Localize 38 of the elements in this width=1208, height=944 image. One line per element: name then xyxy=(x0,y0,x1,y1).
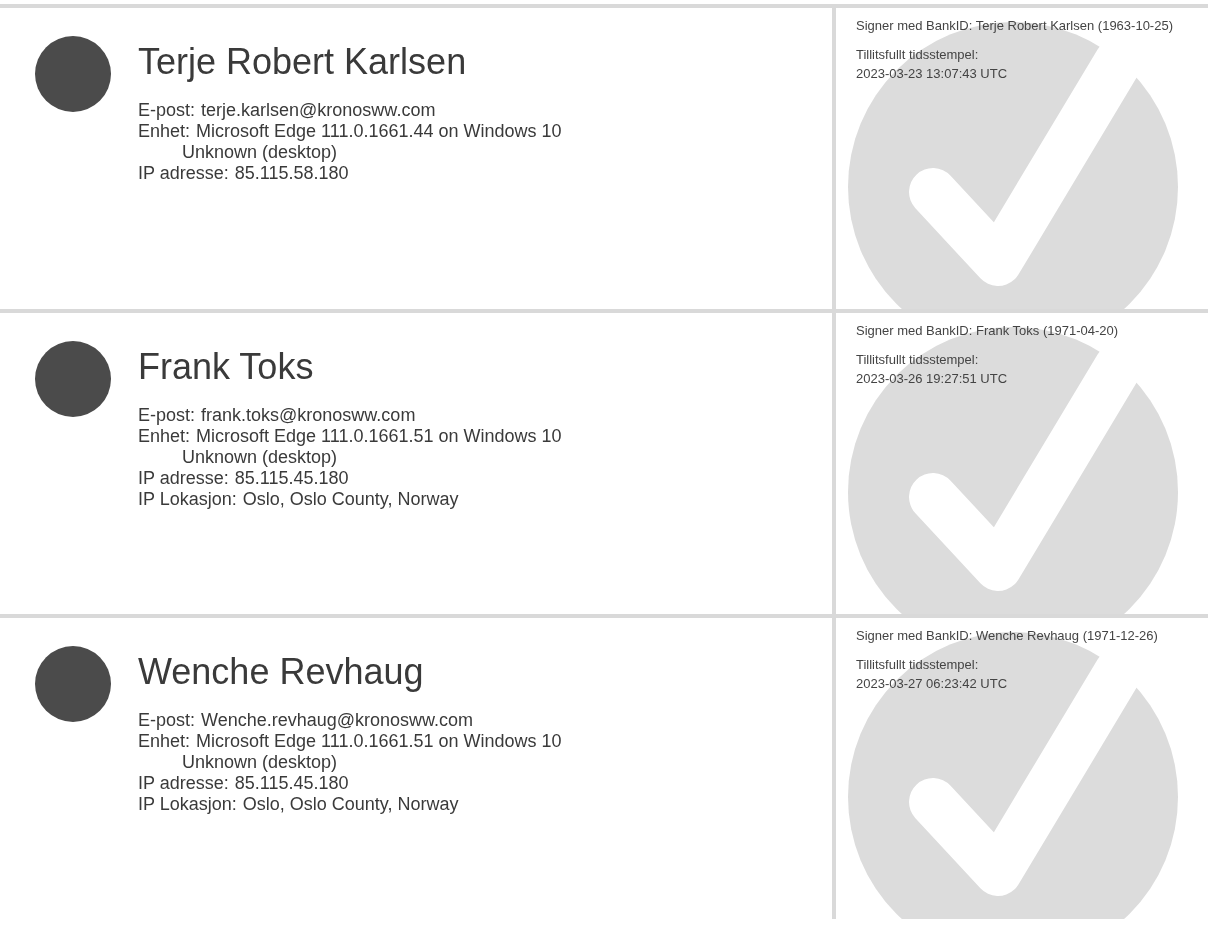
signer-name: Frank Toks xyxy=(138,345,315,389)
field-value: Microsoft Edge 111.0.1661.51 on Windows 10 xyxy=(196,731,562,752)
field-value: Microsoft Edge 111.0.1661.51 on Windows 10 xyxy=(196,426,562,447)
field-value: Oslo, Oslo County, Norway xyxy=(242,489,459,510)
signer-name: Wenche Revhaug xyxy=(138,650,425,694)
signature-text: Signer med BankID: Frank Toks (1971-04-20) xyxy=(856,322,1120,340)
signature-text: Signer med BankID: Wenche Revhaug (1971-12-26) xyxy=(856,627,1159,645)
field-label: E-post: xyxy=(138,405,196,426)
timestamp-label: Tillitsfullt tidsstempel: xyxy=(856,656,980,674)
field-value: 85.115.45.180 xyxy=(234,468,349,489)
checkmark-seal-icon xyxy=(848,632,1178,919)
timestamp-label: Tillitsfullt tidsstempel: xyxy=(856,351,980,369)
field-value: 85.115.58.180 xyxy=(234,163,349,184)
signature-text: Signer med BankID: Terje Robert Karlsen (1963-10-25) xyxy=(856,17,1174,35)
field-label: IP adresse: xyxy=(138,163,229,184)
field-label: Enhet: xyxy=(138,426,191,447)
field-value: Unknown (desktop) xyxy=(181,752,339,773)
field-label: IP adresse: xyxy=(138,468,229,489)
field-value: Unknown (desktop) xyxy=(181,142,339,163)
timestamp: 2023-03-23 13:07:43 UTC xyxy=(856,65,1009,83)
field-value: Microsoft Edge 111.0.1661.44 on Windows 10 xyxy=(196,121,562,142)
field-label: IP adresse: xyxy=(138,773,229,794)
timestamp: 2023-03-27 06:23:42 UTC xyxy=(856,675,1009,693)
field-value: Oslo, Oslo County, Norway xyxy=(242,794,459,815)
field-value: terje.karlsen@kronosww.com xyxy=(201,100,436,121)
timestamp-label: Tillitsfullt tidsstempel: xyxy=(856,46,980,64)
field-label: Enhet: xyxy=(138,121,191,142)
field-label: E-post: xyxy=(138,100,196,121)
field-label: Enhet: xyxy=(138,731,191,752)
field-value: Unknown (desktop) xyxy=(181,447,339,468)
field-label: IP Lokasjon: xyxy=(138,794,237,815)
field-value: frank.toks@kronosww.com xyxy=(201,405,416,426)
field-value: 85.115.45.180 xyxy=(234,773,349,794)
timestamp: 2023-03-26 19:27:51 UTC xyxy=(856,370,1009,388)
field-label: IP Lokasjon: xyxy=(138,489,237,510)
field-label: E-post: xyxy=(138,710,196,731)
signer-name: Terje Robert Karlsen xyxy=(138,40,468,84)
field-value: Wenche.revhaug@kronosww.com xyxy=(201,710,474,731)
